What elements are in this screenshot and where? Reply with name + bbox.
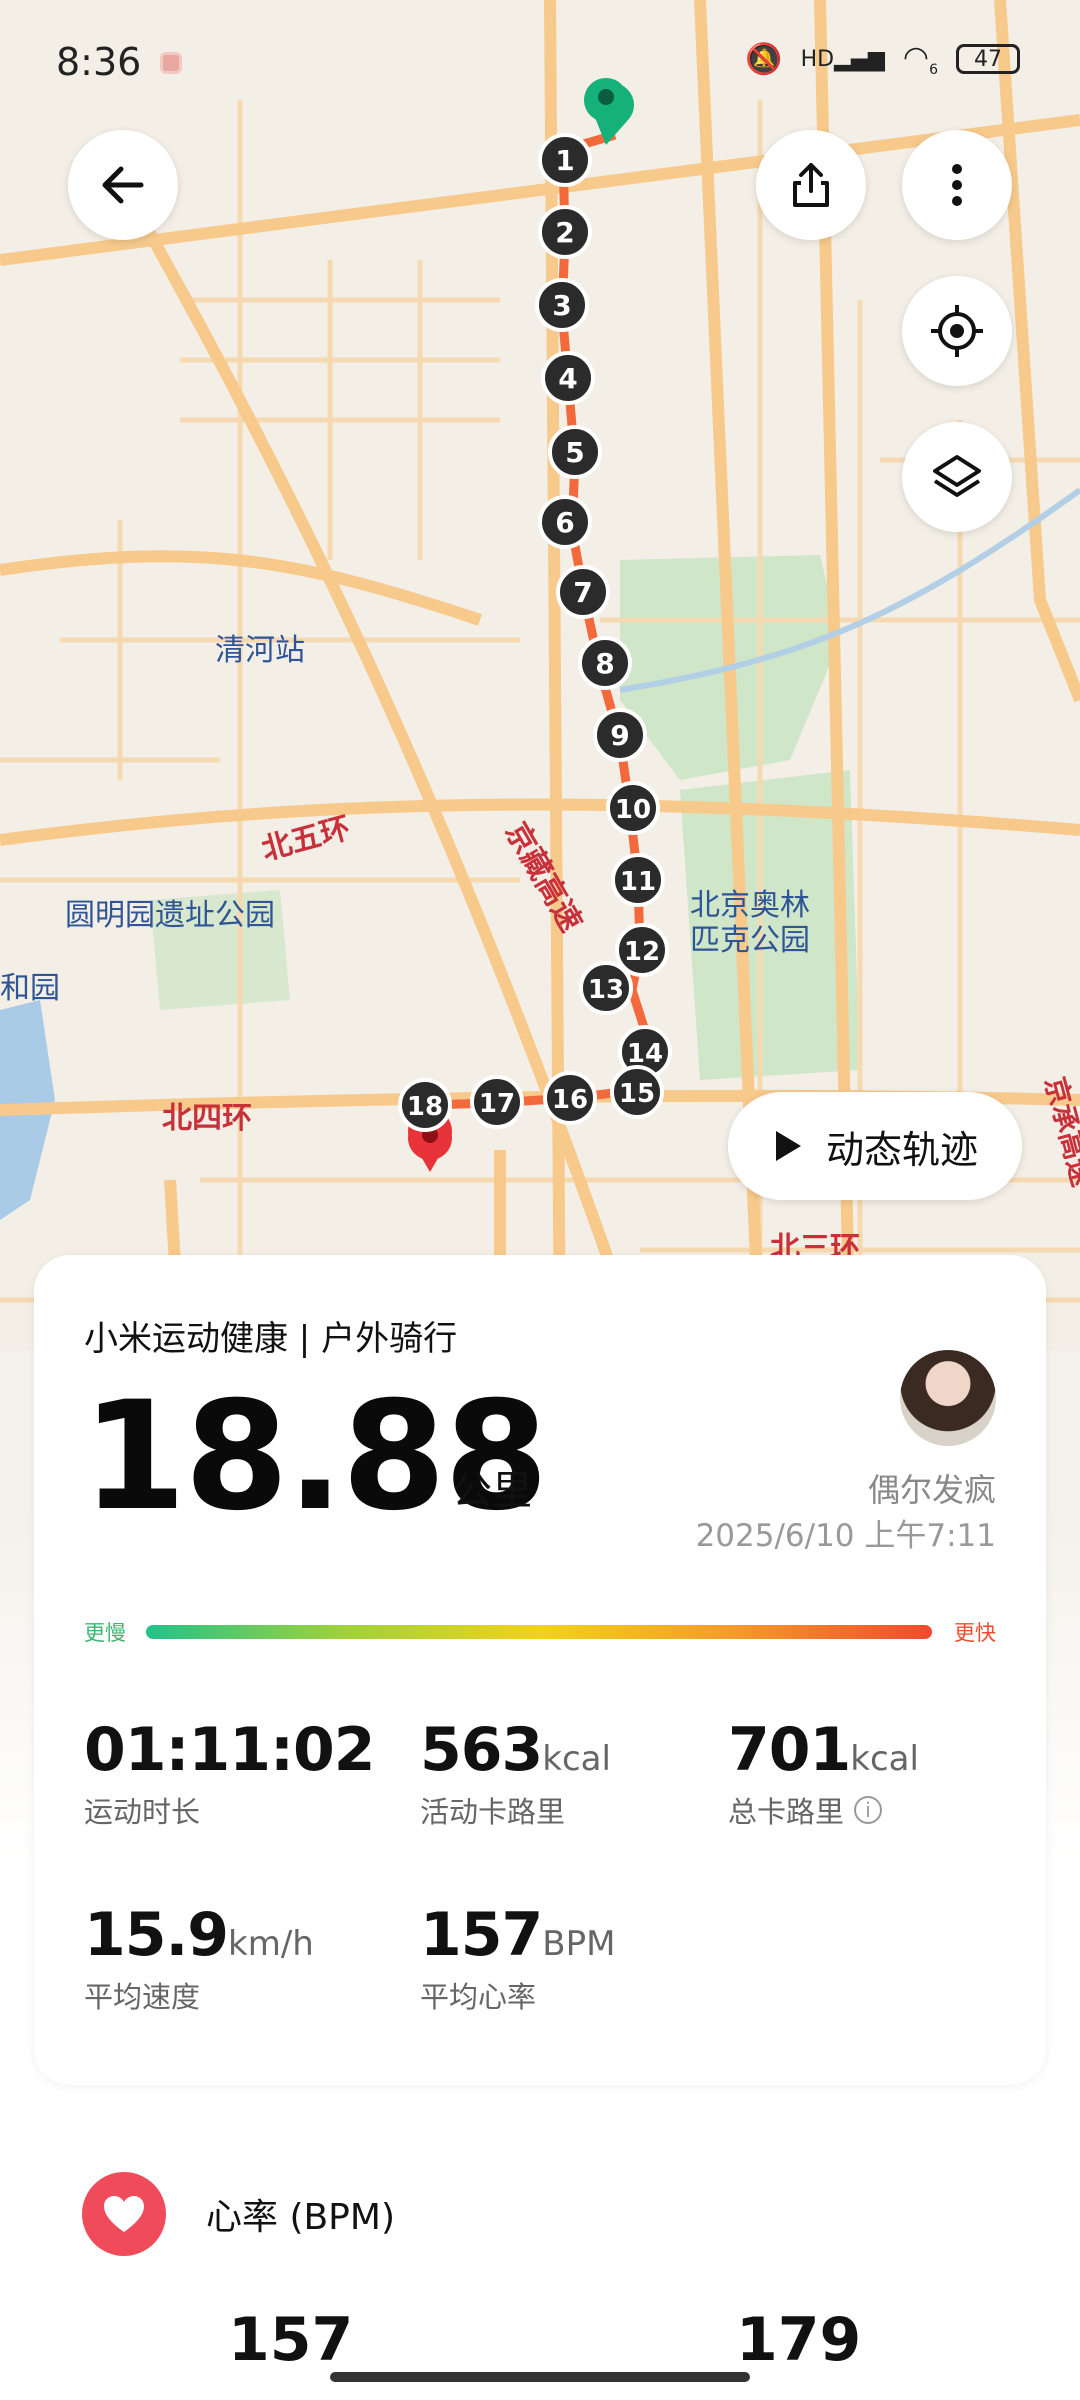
- stat-active-calories: 563kcal 活动卡路里: [420, 1715, 611, 1831]
- km-marker-13: 13: [579, 961, 633, 1015]
- workout-datetime: 2025/6/10 上午7:11: [695, 1518, 996, 1554]
- network-type-label: HD: [800, 46, 835, 72]
- faster-label: 更快: [954, 1621, 996, 1645]
- stat-unit: kcal: [542, 1739, 611, 1779]
- km-marker-label: 8: [595, 647, 614, 680]
- km-marker-label: 13: [588, 975, 624, 1005]
- km-marker-2: 2: [538, 205, 592, 259]
- km-marker-label: 1: [555, 144, 574, 177]
- km-marker-15: 15: [610, 1065, 664, 1119]
- km-marker-12: 12: [615, 923, 669, 977]
- heart-rate-max-value: 179: [736, 2305, 862, 2375]
- stat-label: 总卡路里: [728, 1795, 845, 1829]
- heart-rate-title: 心率 (BPM): [206, 2197, 396, 2238]
- km-marker-9: 9: [593, 708, 647, 762]
- km-marker-label: 14: [627, 1039, 663, 1069]
- km-marker-label: 10: [615, 795, 651, 825]
- km-marker-label: 3: [552, 289, 571, 322]
- km-marker-label: 16: [552, 1085, 588, 1115]
- stat-avg-heart-rate: 157BPM 平均心率: [420, 1900, 615, 2016]
- km-marker-1: 1: [538, 133, 592, 187]
- km-marker-11: 11: [611, 853, 665, 907]
- locate-icon: [931, 305, 983, 357]
- km-marker-5: 5: [548, 425, 602, 479]
- km-marker-label: 6: [555, 506, 574, 539]
- heart-icon: [82, 2172, 166, 2256]
- stat-unit: BPM: [542, 1924, 616, 1964]
- km-marker-label: 9: [610, 719, 629, 752]
- wifi-icon: ◠6: [902, 40, 938, 78]
- stat-value: 157: [420, 1900, 543, 1970]
- km-marker-label: 11: [620, 867, 656, 897]
- km-marker-label: 7: [573, 576, 592, 609]
- km-marker-16: 16: [543, 1071, 597, 1125]
- speed-gradient-bar: [146, 1625, 932, 1639]
- km-marker-label: 12: [624, 937, 660, 967]
- back-button[interactable]: [68, 130, 178, 240]
- silent-icon: 🔕: [745, 41, 783, 77]
- stat-value: 01:11:02: [84, 1715, 375, 1785]
- home-indicator[interactable]: [330, 2372, 750, 2382]
- km-marker-3: 3: [535, 278, 589, 332]
- km-marker-6: 6: [538, 495, 592, 549]
- username: 偶尔发疯: [867, 1471, 996, 1509]
- stat-total-calories: 701kcal 总卡路里 i: [728, 1715, 919, 1831]
- heart-rate-avg-value: 157: [228, 2305, 354, 2375]
- stat-label: 运动时长: [84, 1795, 201, 1829]
- battery-icon: 47: [956, 44, 1020, 74]
- screen-record-icon: [160, 52, 182, 74]
- km-marker-18: 18: [398, 1078, 452, 1132]
- workout-summary-card: 小米运动健康 | 户外骑行 18.88 公里 偶尔发疯 2025/6/10 上午…: [34, 1255, 1046, 2085]
- stat-duration: 01:11:02 运动时长: [84, 1715, 375, 1831]
- distance-value: 18.88: [82, 1370, 548, 1544]
- play-icon: [775, 1131, 801, 1161]
- map-label-olympic-1: 北京奥林: [690, 888, 810, 923]
- stat-unit: kcal: [850, 1739, 919, 1779]
- km-marker-label: 18: [407, 1092, 443, 1122]
- km-marker-4: 4: [541, 351, 595, 405]
- info-icon[interactable]: i: [854, 1796, 883, 1824]
- stat-unit: km/h: [228, 1924, 314, 1964]
- slower-label: 更慢: [84, 1621, 126, 1645]
- stat-value: 563: [420, 1715, 543, 1785]
- stat-label: 活动卡路里: [420, 1795, 566, 1829]
- layers-button[interactable]: [902, 422, 1012, 532]
- distance-unit: 公里: [452, 1468, 532, 1514]
- km-marker-10: 10: [606, 781, 660, 835]
- km-marker-label: 4: [558, 362, 577, 395]
- map-label-olympic-2: 匹克公园: [690, 923, 810, 958]
- km-marker-label: 17: [479, 1089, 515, 1119]
- km-marker-label: 5: [565, 436, 584, 469]
- more-vertical-icon: [952, 164, 962, 206]
- wifi-sub-label: 6: [929, 62, 938, 78]
- dynamic-track-button[interactable]: 动态轨迹: [728, 1092, 1022, 1200]
- share-button[interactable]: [756, 130, 866, 240]
- stat-avg-speed: 15.9km/h 平均速度: [84, 1900, 314, 2016]
- map-label-heyuan: 和园: [0, 971, 60, 1006]
- status-time: 8:36: [56, 40, 142, 84]
- km-marker-label: 15: [619, 1079, 655, 1109]
- map-label-qinghe: 清河站: [215, 633, 305, 668]
- arrow-left-icon: [102, 166, 144, 204]
- more-button[interactable]: [902, 130, 1012, 240]
- status-bar: 8:36 🔕 HD▂▄▆ ◠6 47: [0, 0, 1080, 120]
- stat-label: 平均心率: [420, 1980, 537, 2014]
- locate-button[interactable]: [902, 276, 1012, 386]
- km-marker-8: 8: [578, 636, 632, 690]
- signal-icon: HD▂▄▆: [800, 46, 885, 72]
- km-marker-7: 7: [556, 565, 610, 619]
- map-label-beisihuan: 北四环: [162, 1101, 252, 1136]
- dynamic-track-label: 动态轨迹: [825, 1127, 978, 1172]
- map-label-yuanmingyuan: 圆明园遗址公园: [65, 898, 275, 933]
- layers-icon: [933, 455, 981, 497]
- avatar[interactable]: [900, 1350, 996, 1446]
- stat-value: 15.9: [84, 1900, 229, 1970]
- share-icon: [793, 163, 829, 207]
- stat-label: 平均速度: [84, 1980, 201, 2014]
- km-marker-17: 17: [470, 1075, 524, 1129]
- km-marker-label: 2: [555, 216, 574, 249]
- stat-value: 701: [728, 1715, 851, 1785]
- battery-level: 47: [974, 46, 1002, 72]
- workout-title: 小米运动健康 | 户外骑行: [84, 1319, 458, 1359]
